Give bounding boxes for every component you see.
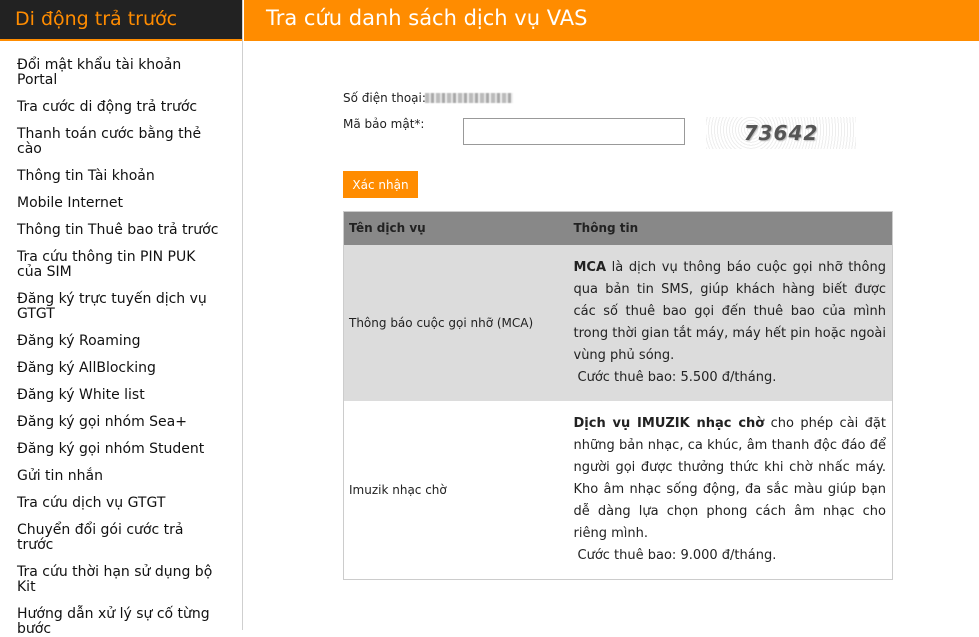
service-info-bold: Dịch vụ IMUZIK nhạc chờ [573, 415, 765, 431]
sidebar-item-gui-tin-nhan[interactable]: Gửi tin nhắn [0, 469, 242, 484]
sidebar: Di động trả trước Đổi mật khẩu tài khoản… [0, 0, 243, 637]
sidebar-item-roaming[interactable]: Đăng ký Roaming [0, 334, 242, 349]
captcha-label: Mã bảo mật*: [343, 117, 425, 131]
service-fee: Cước thuê bao: 5.500 đ/tháng. [577, 369, 777, 385]
service-info-bold: MCA [573, 259, 607, 275]
service-info: MCA là dịch vụ thông báo cuộc gọi nhỡ th… [567, 244, 893, 401]
submit-button[interactable]: Xác nhận [343, 171, 418, 198]
sidebar-item-doi-mat-khau[interactable]: Đổi mật khẩu tài khoản Portal [0, 58, 242, 88]
service-name: Thông báo cuộc gọi nhỡ (MCA) [343, 244, 568, 401]
column-header-info: Thông tin [567, 211, 893, 245]
sidebar-item-white-list[interactable]: Đăng ký White list [0, 388, 242, 403]
table-row: Imuzik nhạc chờ Dịch vụ IMUZIK nhạc chờ … [343, 400, 893, 579]
sidebar-item-tra-cuoc[interactable]: Tra cước di động trả trước [0, 100, 242, 115]
vas-table: Tên dịch vụ Thông tin Thông báo cuộc gọi… [343, 211, 893, 580]
sidebar-item-thong-tin-thue-bao[interactable]: Thông tin Thuê bao trả trước [0, 223, 242, 238]
table-row: Thông báo cuộc gọi nhỡ (MCA) MCA là dịch… [343, 244, 893, 401]
sidebar-item-nhom-student[interactable]: Đăng ký gọi nhóm Student [0, 442, 242, 457]
table-header-row: Tên dịch vụ Thông tin [343, 211, 893, 245]
phone-number-masked [425, 93, 513, 103]
sidebar-item-pin-puk[interactable]: Tra cứu thông tin PIN PUK của SIM [0, 250, 242, 280]
sidebar-title: Di động trả trước [0, 0, 242, 41]
phone-label: Số điện thoại: [343, 91, 426, 105]
sidebar-item-nhom-sea[interactable]: Đăng ký gọi nhóm Sea+ [0, 415, 242, 430]
sidebar-item-huong-dan[interactable]: Hướng dẫn xử lý sự cố từng bước [0, 607, 242, 637]
sidebar-item-allblocking[interactable]: Đăng ký AllBlocking [0, 361, 242, 376]
sidebar-item-thanh-toan-the-cao[interactable]: Thanh toán cước bằng thẻ cào [0, 127, 242, 157]
sidebar-item-mobile-internet[interactable]: Mobile Internet [0, 196, 242, 211]
sidebar-item-thoi-han-kit[interactable]: Tra cứu thời hạn sử dụng bộ Kit [0, 565, 242, 595]
sidebar-menu: Đổi mật khẩu tài khoản Portal Tra cước d… [0, 41, 242, 637]
service-info: Dịch vụ IMUZIK nhạc chờ cho phép cài đặt… [567, 400, 893, 579]
service-info-text: là dịch vụ thông báo cuộc gọi nhỡ thông … [573, 259, 887, 363]
service-fee: Cước thuê bao: 9.000 đ/tháng. [577, 547, 777, 563]
sidebar-item-tra-cuu-gtgt[interactable]: Tra cứu dịch vụ GTGT [0, 496, 242, 511]
sidebar-item-thong-tin-tai-khoan[interactable]: Thông tin Tài khoản [0, 169, 242, 184]
captcha-input[interactable] [463, 118, 685, 145]
column-header-service: Tên dịch vụ [343, 211, 568, 245]
sidebar-item-dang-ky-gtgt[interactable]: Đăng ký trực tuyến dịch vụ GTGT [0, 292, 242, 322]
service-info-text: cho phép cài đặt những bản nhạc, ca khúc… [573, 415, 887, 541]
service-name: Imuzik nhạc chờ [343, 400, 568, 579]
captcha-text: 73642 [743, 121, 819, 145]
page-title: Tra cứu danh sách dịch vụ VAS [244, 0, 979, 41]
captcha-image: 73642 [706, 117, 856, 149]
sidebar-item-chuyen-doi-goi[interactable]: Chuyển đổi gói cước trả trước [0, 523, 242, 553]
